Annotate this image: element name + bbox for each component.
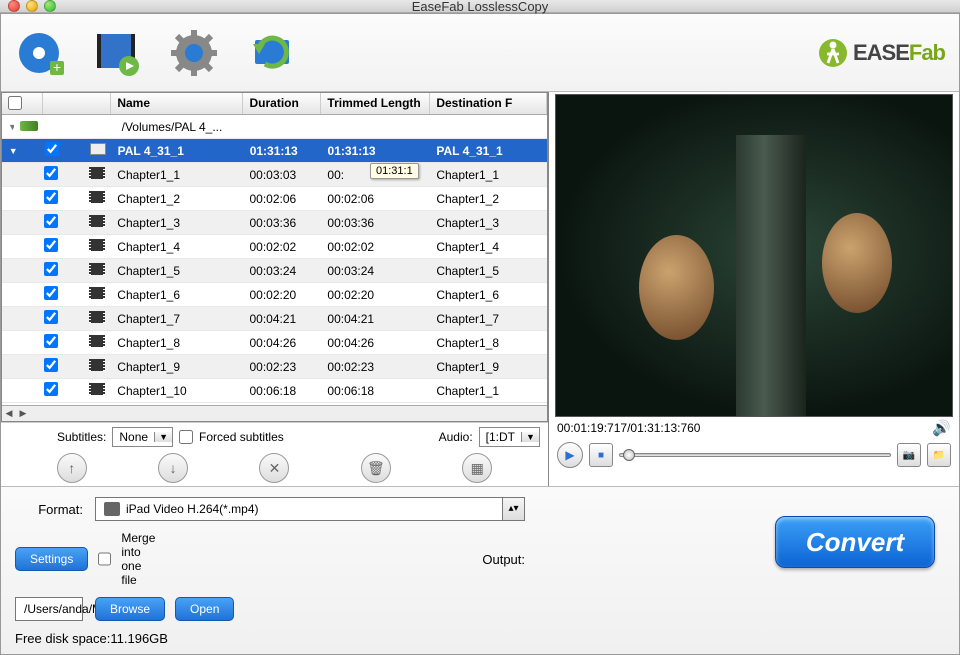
clapper-icon (90, 143, 106, 155)
seek-slider[interactable] (619, 453, 891, 457)
refresh-icon[interactable] (243, 26, 297, 80)
titlebar: EaseFab LosslessCopy (0, 0, 960, 13)
format-label: Format: (15, 502, 83, 517)
playback-time: 00:01:19:717/01:31:13:760 (557, 421, 700, 435)
col-name[interactable]: Name (111, 93, 243, 114)
row-checkbox[interactable] (44, 262, 58, 276)
convert-button[interactable]: Convert (775, 516, 935, 568)
row-checkbox[interactable] (44, 214, 58, 228)
col-destination[interactable]: Destination F (430, 93, 547, 114)
row-checkbox[interactable] (44, 382, 58, 396)
film-icon (89, 383, 105, 395)
col-duration[interactable]: Duration (243, 93, 321, 114)
output-label: Output: (95, 552, 525, 567)
remove-button[interactable]: ✕ (259, 453, 289, 483)
film-icon (89, 311, 105, 323)
film-icon (89, 215, 105, 227)
move-down-button[interactable]: ↓ (158, 453, 188, 483)
select-all-checkbox[interactable] (8, 96, 22, 110)
row-checkbox[interactable] (44, 238, 58, 252)
row-checkbox[interactable] (45, 142, 59, 156)
chapter-row[interactable]: Chapter1_100:03:0300:Chapter1_1 (2, 163, 547, 187)
chapter-row[interactable]: Chapter1_500:03:2400:03:24Chapter1_5 (2, 259, 547, 283)
title-row-selected[interactable]: ▼ PAL 4_31_1 01:31:13 01:31:13 PAL 4_31_… (2, 139, 547, 163)
trash-button[interactable]: 🗑 (361, 453, 391, 483)
settings-gear-icon[interactable] (167, 26, 221, 80)
browse-button[interactable]: Browse (95, 597, 165, 621)
forced-subtitles-label: Forced subtitles (199, 430, 284, 444)
play-button[interactable]: ▶ (557, 442, 583, 468)
format-icon (104, 502, 120, 516)
audio-label: Audio: (439, 430, 473, 444)
svg-text:+: + (53, 59, 61, 75)
table-header: Name Duration Trimmed Length Destination… (2, 93, 547, 115)
horizontal-scrollbar[interactable] (2, 405, 547, 421)
row-checkbox[interactable] (44, 358, 58, 372)
volume-icon[interactable]: 🔊 (932, 419, 951, 437)
film-icon (89, 287, 105, 299)
subtitles-select[interactable]: None▼ (112, 427, 173, 447)
source-table: Name Duration Trimmed Length Destination… (1, 92, 548, 422)
open-folder-button[interactable]: 📁 (927, 443, 951, 467)
film-icon (89, 167, 105, 179)
chapter-row[interactable]: Chapter1_900:02:2300:02:23Chapter1_9 (2, 355, 547, 379)
chapter-row[interactable]: Chapter1_400:02:0200:02:02Chapter1_4 (2, 235, 547, 259)
audio-select[interactable]: [1:DT▼ (479, 427, 540, 447)
forced-subtitles-checkbox[interactable] (179, 430, 193, 444)
col-trimmed[interactable]: Trimmed Length (321, 93, 430, 114)
window-title: EaseFab LosslessCopy (0, 0, 960, 14)
chapter-row[interactable]: Chapter1_700:04:2100:04:21Chapter1_7 (2, 307, 547, 331)
row-checkbox[interactable] (44, 286, 58, 300)
list-action-row: ↑ ↓ ✕ 🗑 ▦ (1, 450, 548, 486)
chapter-row[interactable]: Chapter1_200:02:0600:02:06Chapter1_2 (2, 187, 547, 211)
subtitles-label: Subtitles: (57, 430, 106, 444)
source-volume-row[interactable]: ▼ /Volumes/PAL 4_... (2, 115, 547, 139)
easefab-logo: EASEFab (817, 37, 945, 69)
film-icon (89, 239, 105, 251)
chapter-row[interactable]: Chapter1_300:03:3600:03:36Chapter1_3 (2, 211, 547, 235)
row-checkbox[interactable] (44, 310, 58, 324)
snapshot-button[interactable]: 📷 (897, 443, 921, 467)
row-checkbox[interactable] (44, 166, 58, 180)
video-preview[interactable] (555, 94, 953, 417)
row-checkbox[interactable] (44, 190, 58, 204)
chapter-row[interactable]: Chapter1_800:04:2600:04:26Chapter1_8 (2, 331, 547, 355)
stop-button[interactable]: ■ (589, 443, 613, 467)
output-combo[interactable]: /Users/anda/Movies ▼ (15, 597, 83, 621)
open-button[interactable]: Open (175, 597, 234, 621)
load-video-icon[interactable] (91, 26, 145, 80)
move-up-button[interactable]: ↑ (57, 453, 87, 483)
chapter-row[interactable]: Chapter1_600:02:2000:02:20Chapter1_6 (2, 283, 547, 307)
trim-tooltip: 01:31:1 (370, 163, 419, 179)
settings-button[interactable]: Settings (15, 547, 88, 571)
row-checkbox[interactable] (44, 334, 58, 348)
film-icon (89, 191, 105, 203)
film-icon (89, 359, 105, 371)
main-toolbar: + EASEFab (1, 14, 959, 92)
dvd-icon (20, 121, 38, 131)
free-disk-space: Free disk space:11.196GB (15, 631, 945, 646)
edit-button[interactable]: ▦ (462, 453, 492, 483)
load-disc-icon[interactable]: + (15, 26, 69, 80)
format-combo[interactable]: iPad Video H.264(*.mp4) ▴▾ (95, 497, 525, 521)
chapter-row[interactable]: Chapter1_1000:06:1800:06:18Chapter1_1 (2, 379, 547, 403)
film-icon (89, 335, 105, 347)
subtitle-audio-row: Subtitles: None▼ Forced subtitles Audio:… (1, 422, 548, 450)
film-icon (89, 263, 105, 275)
